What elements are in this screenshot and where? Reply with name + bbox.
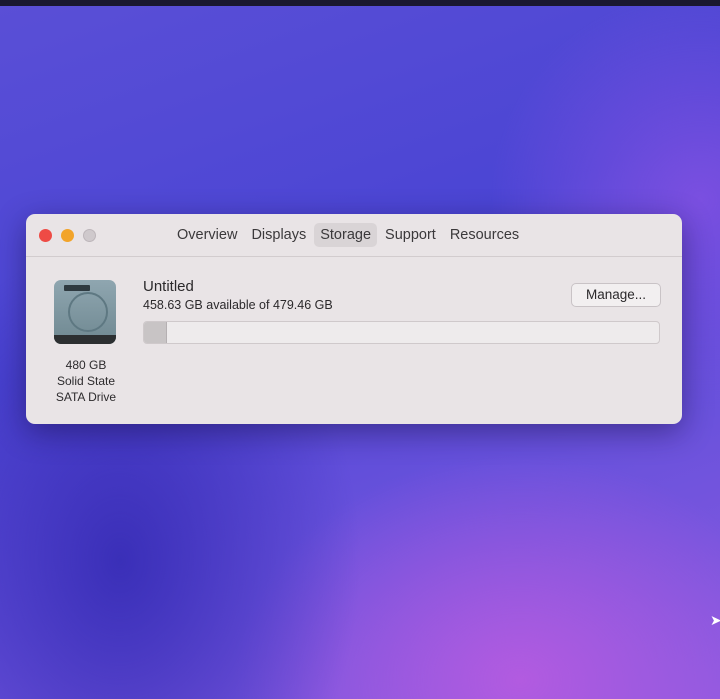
drive-interface: SATA Drive <box>55 390 117 404</box>
storage-used-segment <box>144 322 168 343</box>
screen-top-bezel <box>0 0 720 6</box>
storage-usage-bar <box>143 321 660 344</box>
volume-availability: 458.63 GB available of 479.46 GB <box>143 298 333 312</box>
hard-drive-icon <box>54 280 116 344</box>
volume-name: Untitled <box>143 278 194 295</box>
minimize-button[interactable] <box>61 229 74 242</box>
mouse-pointer-icon: ➤ <box>710 612 720 628</box>
title-bar: Overview Displays Storage Support Resour… <box>26 214 682 257</box>
tab-displays[interactable]: Displays <box>245 223 312 247</box>
tab-overview[interactable]: Overview <box>171 223 243 247</box>
tab-storage[interactable]: Storage <box>314 223 378 247</box>
tab-support[interactable]: Support <box>379 223 442 247</box>
close-button[interactable] <box>39 229 52 242</box>
about-this-mac-window: Overview Displays Storage Support Resour… <box>26 214 682 424</box>
tab-bar: Overview Displays Storage Support Resour… <box>171 223 525 247</box>
manage-button[interactable]: Manage... <box>571 283 661 307</box>
drive-type: Solid State <box>56 374 116 388</box>
tab-resources[interactable]: Resources <box>444 223 525 247</box>
zoom-button-disabled <box>83 229 96 242</box>
drive-info: 480 GB Solid State SATA Drive <box>36 357 136 405</box>
drive-capacity: 480 GB <box>65 358 107 372</box>
